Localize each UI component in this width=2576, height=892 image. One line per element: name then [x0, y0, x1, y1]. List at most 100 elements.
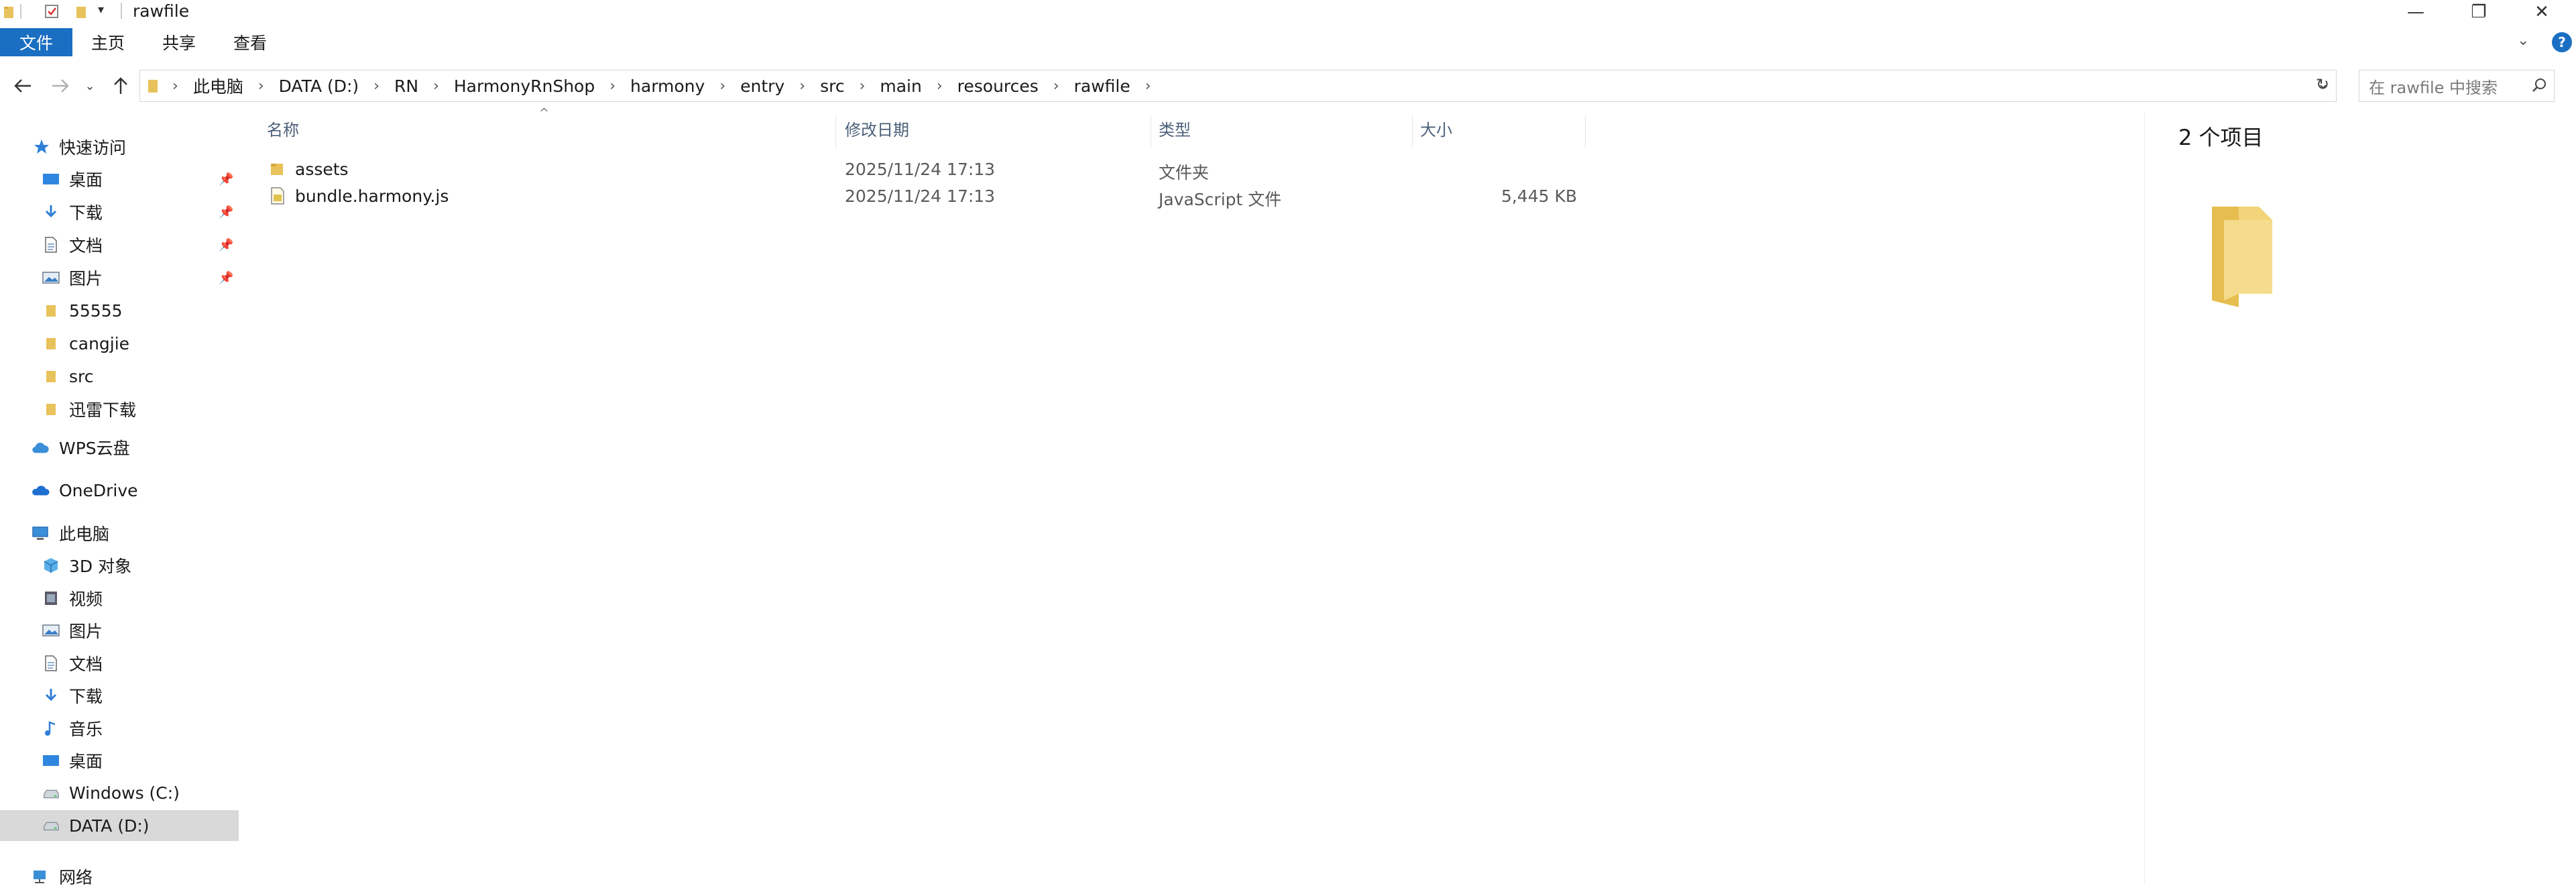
title-bar: ▾ rawfile — ❐ ✕ [0, 0, 2576, 24]
tab-view[interactable]: 查看 [221, 28, 279, 56]
nav-item-label: 3D 对象 [69, 557, 132, 576]
nav-item-label: 下载 [69, 203, 103, 223]
breadcrumb-item[interactable]: main [880, 76, 921, 96]
address-bar[interactable]: › 此电脑 › DATA (D:) › RN › HarmonyRnShop › har… [139, 70, 2337, 102]
nav-item-label: 55555 [69, 300, 123, 321]
address-row: ⌄ › 此电脑 › DATA (D:) › RN › HarmonyRnShop › h… [0, 66, 2576, 106]
nav-item-label: 下载 [69, 687, 103, 706]
nav-quick-item[interactable]: cangjie [0, 328, 239, 359]
pin-icon[interactable]: 📌 [219, 172, 233, 186]
column-header-size[interactable]: 大小 [1420, 117, 1452, 140]
drive-icon [42, 818, 60, 834]
pin-icon[interactable]: 📌 [219, 238, 233, 252]
file-row[interactable]: bundle.harmony.js 2025/11/24 17:13 JavaS… [257, 182, 1598, 209]
nav-quick-item[interactable]: 文档 📌 [0, 229, 239, 260]
breadcrumb-item[interactable]: entry [740, 76, 784, 96]
breadcrumb-item[interactable]: harmony [630, 76, 705, 96]
nav-quick-item[interactable]: 下载 📌 [0, 197, 239, 227]
file-type: 文件夹 [1159, 163, 1210, 182]
folder-icon [3, 4, 15, 19]
tab-home[interactable]: 主页 [79, 28, 137, 56]
tab-share[interactable]: 共享 [150, 28, 208, 56]
folder-icon [42, 335, 60, 351]
3d-objects-icon [42, 557, 60, 573]
breadcrumb-item[interactable]: RN [394, 76, 418, 96]
nav-pc-item[interactable]: 下载 [0, 680, 239, 711]
breadcrumb-item[interactable]: resources [957, 76, 1039, 96]
file-list: ^ 名称 修改日期 类型 大小 assets 2025/11/24 17:13 … [257, 106, 1598, 884]
column-header-type[interactable]: 类型 [1159, 117, 1191, 140]
picture-icon [42, 270, 60, 286]
column-header-name[interactable]: 名称 [267, 117, 299, 140]
nav-quick-item[interactable]: src [0, 361, 239, 392]
search-input[interactable]: 在 rawfile 中搜索 [2369, 74, 2498, 98]
nav-pc-item[interactable]: 3D 对象 [0, 550, 239, 581]
nav-item-label: 桌面 [69, 752, 103, 771]
wps-cloud-icon [31, 439, 50, 455]
nav-quick-item[interactable]: 55555 [0, 295, 239, 326]
nav-item-label: 视频 [69, 589, 103, 609]
drive-icon [42, 785, 60, 801]
file-name: bundle.harmony.js [295, 186, 449, 206]
nav-item-label: src [69, 366, 94, 386]
refresh-icon[interactable]: ↻ [2316, 75, 2329, 94]
file-name: assets [295, 160, 349, 179]
nav-item-label: 文档 [69, 654, 103, 674]
onedrive-icon [31, 482, 50, 498]
column-header-modified[interactable]: 修改日期 [845, 117, 909, 140]
nav-quick-item[interactable]: 图片 📌 [0, 262, 239, 293]
desktop-icon [42, 171, 60, 187]
minimize-button[interactable]: — [2387, 0, 2445, 24]
breadcrumb-item[interactable]: HarmonyRnShop [454, 76, 595, 96]
nav-this-pc[interactable]: 此电脑 [0, 518, 239, 549]
download-icon [42, 204, 60, 220]
nav-pc-item[interactable]: 图片 [0, 615, 239, 646]
up-button[interactable] [107, 72, 134, 99]
breadcrumb-item[interactable]: DATA (D:) [279, 76, 359, 96]
expand-ribbon-icon[interactable]: ⌄ [2517, 32, 2529, 49]
large-folder-icon [2199, 200, 2286, 318]
properties-icon[interactable] [43, 3, 60, 20]
close-button[interactable]: ✕ [2513, 0, 2571, 24]
nav-pc-item[interactable]: 桌面 [0, 745, 239, 776]
nav-item-label: DATA (D:) [69, 816, 150, 836]
nav-pc-item[interactable]: 文档 [0, 648, 239, 679]
nav-item-label: cangjie [69, 333, 130, 353]
nav-pc-item[interactable]: 视频 [0, 583, 239, 614]
nav-pc-item[interactable]: 音乐 [0, 713, 239, 744]
nav-network[interactable]: 网络 [0, 861, 239, 892]
breadcrumb-item[interactable]: src [820, 76, 845, 96]
new-folder-icon[interactable] [75, 4, 87, 19]
nav-quick-item[interactable]: 桌面 📌 [0, 164, 239, 194]
file-row[interactable]: assets 2025/11/24 17:13 文件夹 [257, 156, 1598, 182]
restore-button[interactable]: ❐ [2450, 0, 2508, 24]
nav-item-label: Windows (C:) [69, 783, 180, 803]
folder-icon [42, 401, 60, 417]
recent-locations-icon[interactable]: ⌄ [82, 72, 98, 99]
nav-item-label: 图片 [69, 622, 103, 641]
back-button[interactable] [9, 72, 36, 99]
nav-wps-cloud[interactable]: WPS云盘 [0, 432, 239, 463]
nav-onedrive[interactable]: OneDrive [0, 475, 239, 506]
help-icon[interactable]: ? [2552, 32, 2572, 52]
pin-icon[interactable]: 📌 [219, 205, 233, 219]
search-box[interactable]: 在 rawfile 中搜索 [2359, 70, 2555, 102]
ribbon-tabs: 文件 主页 共享 查看 ⌄ ? [0, 25, 2576, 60]
folder-icon [270, 161, 284, 181]
nav-item-label: 桌面 [69, 170, 103, 190]
nav-quick-item[interactable]: 迅雷下载 [0, 394, 239, 425]
nav-item-label: 音乐 [69, 719, 103, 739]
tab-file[interactable]: 文件 [0, 28, 72, 56]
customize-qat-icon[interactable]: ▾ [98, 3, 104, 17]
forward-button[interactable] [47, 72, 74, 99]
music-icon [42, 720, 60, 736]
nav-quick-access[interactable]: 快速访问 [0, 131, 239, 162]
nav-pc-item[interactable]: Windows (C:) [0, 778, 239, 809]
breadcrumb-item[interactable]: rawfile [1074, 76, 1130, 96]
network-icon [31, 869, 50, 885]
pin-icon[interactable]: 📌 [219, 271, 233, 285]
nav-pc-item[interactable]: DATA (D:) [0, 810, 239, 841]
desktop-icon [42, 752, 60, 769]
breadcrumb-item[interactable]: 此电脑 [193, 74, 243, 98]
nav-item-label: 文档 [69, 236, 103, 256]
